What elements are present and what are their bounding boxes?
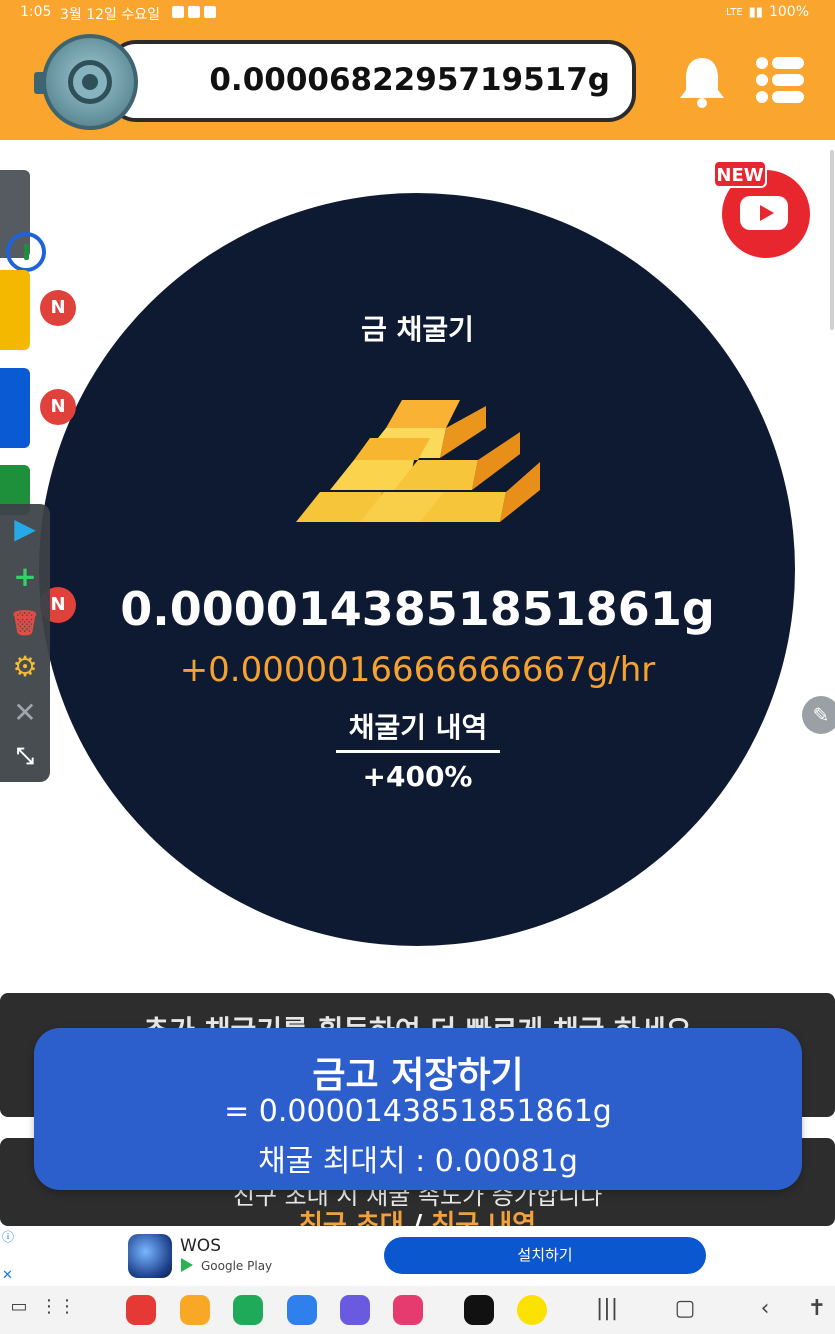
collapse-icon[interactable]: ⤡: [8, 740, 42, 774]
balance-display: 0.0000682295719517g: [108, 40, 636, 122]
battery-level: 100%: [768, 4, 809, 20]
ad-close-icon[interactable]: ✕: [2, 1268, 13, 1283]
mining-max: 채굴 최대치 : 0.00081g: [258, 1144, 578, 1179]
tiktok-icon[interactable]: [464, 1295, 494, 1325]
camera-icon[interactable]: [393, 1295, 423, 1325]
cloud-icon: [172, 6, 184, 18]
save-title: 금고 저장하기: [312, 1055, 524, 1096]
play-icon[interactable]: ▶: [8, 512, 42, 546]
pencil-icon[interactable]: ✎: [802, 696, 835, 734]
status-right: LTE ▮▮ 100%: [726, 4, 809, 20]
vault-icon[interactable]: [34, 34, 138, 130]
save-amount: = 0.0000143851851861g: [224, 1094, 612, 1129]
recent-screen-icon[interactable]: ▭: [4, 1296, 34, 1317]
gear-icon[interactable]: ⚙: [8, 650, 42, 684]
bell-icon[interactable]: [676, 54, 728, 108]
recents-button[interactable]: |||: [592, 1296, 622, 1321]
youtube-notification-icon: [204, 6, 216, 18]
phone-icon[interactable]: [233, 1295, 263, 1325]
save-to-vault-button[interactable]: 금고 저장하기 = 0.0000143851851861g 채굴 최대치 : 0…: [34, 1028, 802, 1190]
plus-icon[interactable]: +: [8, 560, 42, 594]
ad-app-name: WOS: [180, 1236, 221, 1256]
new-badge: N: [40, 389, 76, 425]
mined-amount: 0.0000143851851861g: [120, 582, 715, 636]
screen: 1:05 3월 12일 수요일 LTE ▮▮ 100% 0.0000682295…: [0, 0, 835, 1334]
app-notification-icon: [188, 6, 200, 18]
balance-value: 0.0000682295719517g: [209, 62, 610, 98]
status-time: 1:05: [20, 4, 52, 20]
menu-icon[interactable]: [756, 56, 806, 104]
status-bar: 1:05 3월 12일 수요일 LTE ▮▮ 100%: [0, 0, 835, 26]
files-icon[interactable]: [180, 1295, 210, 1325]
network-type: LTE: [726, 6, 743, 18]
side-tab-yellow[interactable]: [0, 270, 30, 350]
notification-icons: [172, 6, 216, 18]
boost-percent: +400%: [362, 760, 473, 793]
vault-hub: [82, 74, 98, 90]
messages-icon[interactable]: [287, 1295, 317, 1325]
ring-indicator: [24, 244, 29, 260]
ad-banner: ⓘ ✕ WOS Google Play 설치하기: [0, 1226, 835, 1286]
ad-store-name: Google Play: [201, 1259, 273, 1273]
play-triangle: [760, 205, 774, 221]
navigation-bar: ▭ ⋮⋮ ||| ▢ ‹ ✝: [0, 1286, 835, 1334]
internet-icon[interactable]: [340, 1295, 370, 1325]
accessibility-icon[interactable]: ✝: [802, 1296, 832, 1321]
signal-icon: ▮▮: [748, 4, 763, 20]
app-drawer-icon[interactable]: ⋮⋮: [40, 1296, 76, 1317]
floating-ring-icon[interactable]: [6, 232, 46, 272]
side-tab-blue[interactable]: [0, 368, 30, 448]
flipboard-icon[interactable]: [126, 1295, 156, 1325]
trash-icon[interactable]: 🗑: [8, 606, 42, 640]
kakaotalk-icon[interactable]: [517, 1295, 547, 1325]
ad-info-icon[interactable]: ⓘ: [2, 1228, 14, 1245]
scrollbar[interactable]: [830, 150, 834, 330]
gold-bars-icon: [296, 400, 540, 522]
miner-title: 금 채굴기: [361, 313, 474, 346]
vault-hinge: [34, 72, 46, 94]
miner-circle[interactable]: [39, 193, 795, 946]
miner-history-link[interactable]: 채굴기 내역: [336, 706, 500, 753]
youtube-icon: [740, 196, 788, 230]
home-button[interactable]: ▢: [670, 1296, 700, 1321]
close-icon[interactable]: ✕: [8, 696, 42, 730]
new-badge: N: [40, 290, 76, 326]
install-button[interactable]: 설치하기: [384, 1237, 706, 1274]
floating-toolbar: ▶ + 🗑 ⚙ ✕ ⤡: [0, 504, 50, 782]
new-label: NEW: [713, 160, 767, 188]
status-date: 3월 12일 수요일: [60, 7, 161, 23]
back-button[interactable]: ‹: [750, 1296, 780, 1321]
mining-rate: +0.0000016666666667g/hr: [179, 650, 656, 690]
app-icon[interactable]: [128, 1234, 172, 1278]
google-play-icon: [181, 1258, 193, 1272]
